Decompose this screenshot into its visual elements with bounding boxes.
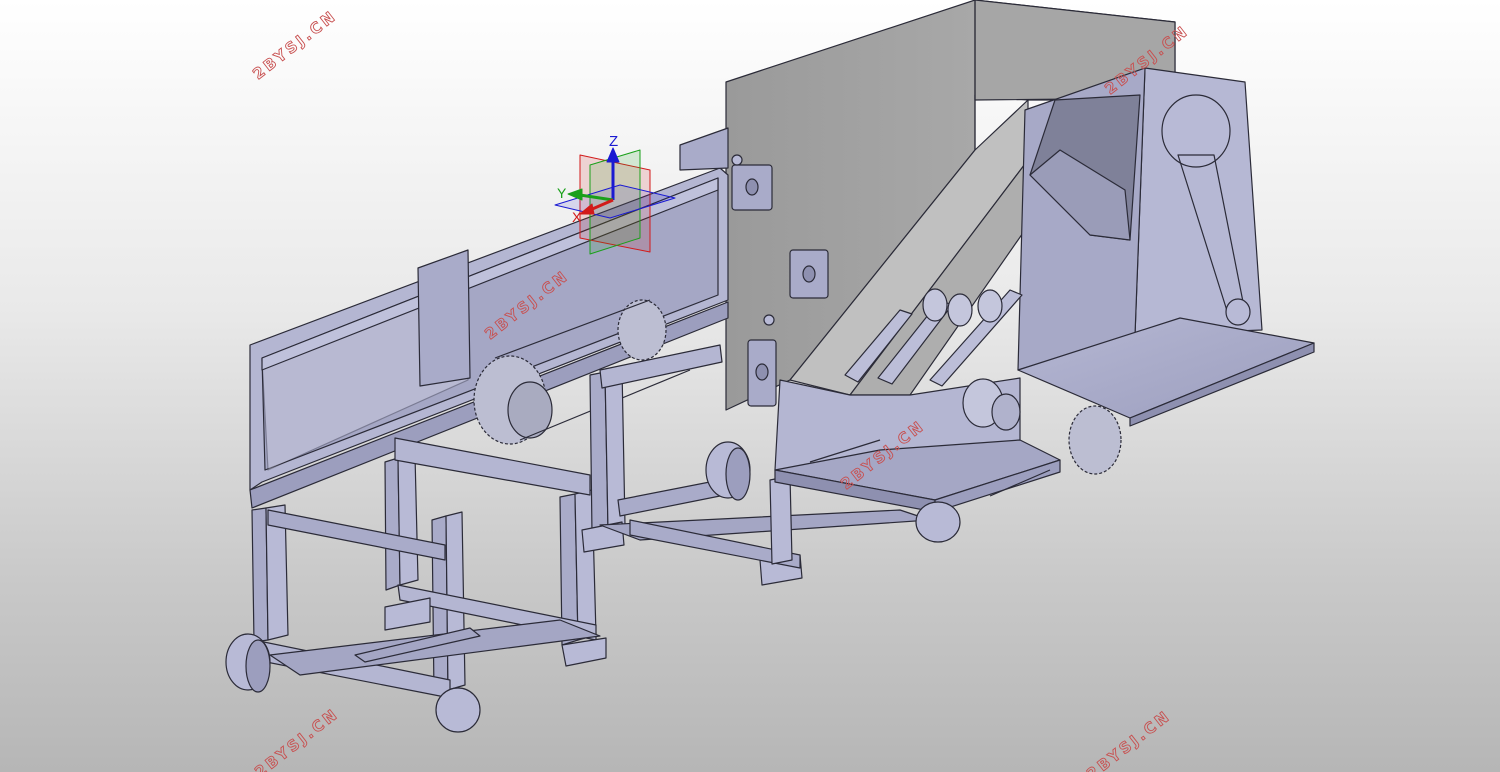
drive-housing	[1017, 67, 1315, 427]
cad-viewport[interactable]: Z Y X 2BYSJ.CN 2BYSJ.CN 2BYSJ.CN 2BYSJ.C…	[0, 0, 1500, 772]
watermark-text: 2BYSJ.CN	[251, 704, 342, 772]
z-axis-label: Z	[609, 133, 618, 150]
sprocket-icon	[1068, 405, 1122, 475]
drive-pulley-icon	[1161, 94, 1231, 168]
belt-guard-plate	[417, 249, 471, 387]
roller-pulley-icon	[977, 289, 1003, 323]
y-axis-label: Y	[557, 185, 567, 201]
roller-pulley-icon	[947, 293, 973, 327]
watermark-text: 2BYSJ.CN	[249, 6, 340, 83]
watermark-text: 2BYSJ.CN	[1083, 706, 1174, 772]
roller-pulley-icon	[922, 288, 948, 322]
wheel-icon	[435, 687, 481, 733]
cad-model-scene[interactable]: Z Y X 2BYSJ.CN 2BYSJ.CN 2BYSJ.CN 2BYSJ.C…	[0, 0, 1500, 772]
wheel-icon	[915, 501, 961, 543]
idler-pulley-icon	[1225, 298, 1251, 326]
x-axis-label: X	[572, 209, 582, 225]
roller-pulley-icon	[991, 393, 1021, 431]
